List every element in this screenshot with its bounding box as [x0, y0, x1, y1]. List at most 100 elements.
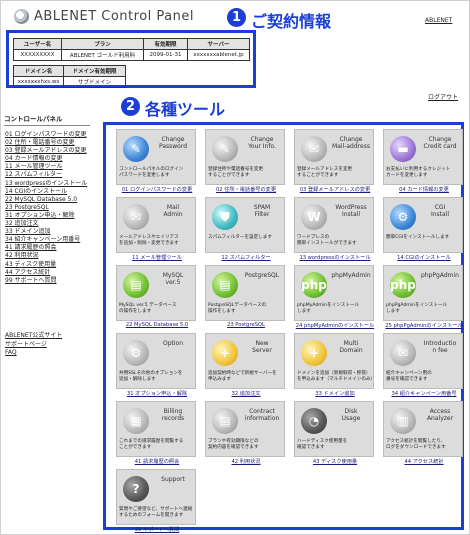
tool-caption-link[interactable]: 12 スパムフィルター — [205, 254, 287, 261]
sidebar-item[interactable]: 23 PostgreSQL — [5, 204, 87, 212]
tool-icon-glyph: ✉ — [130, 210, 142, 224]
logout-link[interactable]: ログアウト — [428, 92, 458, 101]
tool-tile[interactable]: php phpPgAdmin phpPgAdminをインストール します 25 php… — [383, 265, 463, 331]
tool-description: スパムフィルターを設定します — [208, 235, 272, 240]
tool-caption-link[interactable]: 22 MySQL Database 5.0 — [116, 322, 198, 328]
tool-caption-link[interactable]: 99 サポートへ質問 — [116, 526, 198, 533]
tool-tile[interactable]: ✎ Change Your Info. 登録住所や電話番号を変更 することができます… — [205, 129, 285, 195]
info-icon: ✎ — [212, 136, 238, 162]
tool-tile[interactable]: ⚙ Option 共用SSLその他のオプションを 追加・解除します 31 オプション申… — [116, 333, 196, 399]
tool-tile[interactable]: ⚙ CGI Install 簡単CGIをインストールします 14 CGIのインストール — [383, 197, 463, 263]
col-header-domain: ドメイン名 — [13, 65, 64, 77]
tool-tile[interactable]: + New Server 追加契約時などで新規サーバーを 申込みます 32 追加注文 — [205, 333, 285, 399]
sidebar-heading: コントロールパネル — [4, 113, 90, 126]
tool-card[interactable]: W WordPress Install ワードプレスの 簡単インストールができます — [294, 197, 374, 253]
tool-caption-link[interactable]: 25 phpPgAdminのインストール — [383, 322, 465, 329]
tool-card[interactable]: ? Support 質問やご要望など、サポートへ連絡 するためのフォームを開きます — [116, 469, 196, 525]
tool-card[interactable]: ✎ Change Password コントロールパネルのログイン パスワードを変更し… — [116, 129, 196, 185]
tool-caption-link[interactable]: 32 追加注文 — [205, 390, 287, 397]
tool-card[interactable]: ✎ Change Your Info. 登録住所や電話番号を変更 することができます — [205, 129, 285, 185]
tool-icon-glyph: ▤ — [219, 278, 231, 292]
sidebar-item[interactable]: 02 住所・電話番号の変更 — [5, 139, 87, 147]
tool-card[interactable]: ▦ Billing records これまでの請求履歴を閲覧する ことができます — [116, 401, 196, 457]
tool-tile[interactable]: ▦ Billing records これまでの請求履歴を閲覧する ことができます 41… — [116, 401, 196, 467]
tool-card[interactable]: ▤ Contract information プランや有効期限などの 契約内容を確認… — [205, 401, 285, 457]
tool-card[interactable]: ⛊ SPAM Filter スパムフィルターを設定します — [205, 197, 285, 253]
sidebar-item[interactable]: 31 オプション申込・解除 — [5, 212, 87, 220]
sidebar-item[interactable]: 32 追加注文 — [5, 220, 87, 228]
tool-title: Disk Usage — [341, 408, 361, 422]
sidebar-item[interactable]: 13 wordpressのインストール — [5, 180, 87, 188]
tool-card[interactable]: ✉ Mail Admin メールアドレスやエイリアス を追加・削除・変更できます — [116, 197, 196, 253]
tool-caption-link[interactable]: 13 wordpressのインストール — [294, 254, 376, 261]
tool-caption-link[interactable]: 44 アクセス統計 — [383, 458, 465, 465]
tool-caption-link[interactable]: 34 紹介キャンペーン用番号 — [383, 390, 465, 397]
tool-tile[interactable]: ✉ Introductio n fee 紹介キャンペーン用の 番号を確認できます 34… — [383, 333, 463, 399]
tool-card[interactable]: ▬ Change Credit card お支払いに利用するクレジット カードを変更… — [383, 129, 463, 185]
option-icon: ⚙ — [123, 340, 149, 366]
sidebar-item[interactable]: 43 ディスク使用量 — [5, 261, 87, 269]
postgresql-icon: ▤ — [212, 272, 238, 298]
tool-tile[interactable]: + Multi Domain ドメインを追加（新規取得・移管） を申込みます（マルチ… — [294, 333, 376, 399]
tool-caption-link[interactable]: 14 CGIのインストール — [383, 254, 465, 261]
sidebar-item[interactable]: 42 利用状況 — [5, 252, 87, 260]
tool-tile[interactable]: ✉ Change Mail-address 登録メールアドレスを変更 することができ… — [294, 129, 374, 195]
tool-caption-link[interactable]: 11 メール管理ツール — [116, 254, 198, 261]
multi-domain-icon: + — [301, 340, 327, 366]
tool-tile[interactable]: ◔ Disk Usage ハードディスク使用量を 確認できます 43 ディスク使用量 — [294, 401, 374, 467]
tool-tile[interactable]: ▤ Contract information プランや有効期限などの 契約内容を確認… — [205, 401, 285, 467]
tool-card[interactable]: php phpMyAdmin phpMyAdminをインストール します — [294, 265, 374, 321]
sidebar-item[interactable]: 12 スパムフィルター — [5, 171, 87, 179]
tool-tile[interactable]: php phpMyAdmin phpMyAdminをインストール します 24 php… — [294, 265, 374, 331]
tool-caption-link[interactable]: 42 利用状況 — [205, 458, 287, 465]
tool-card[interactable]: ⚙ Option 共用SSLその他のオプションを 追加・解除します — [116, 333, 196, 389]
new-server-icon: + — [212, 340, 238, 366]
tool-tile[interactable]: ✉ Mail Admin メールアドレスやエイリアス を追加・削除・変更できます 11… — [116, 197, 196, 263]
tool-caption-link[interactable]: 01 ログインパスワードの変更 — [116, 186, 198, 193]
tool-tile[interactable]: ▤ MySQL ver.5 MySQL ver.5 データベース の操作をします 22… — [116, 265, 196, 331]
tool-card[interactable]: ▥ Access Analyzer アクセス統計を閲覧したり、 ログをダウンロードで… — [383, 401, 463, 457]
tool-icon-glyph: ▤ — [130, 278, 142, 292]
tool-card[interactable]: ▤ MySQL ver.5 MySQL ver.5 データベース の操作をします — [116, 265, 196, 321]
tool-caption-link[interactable]: 04 カード情報の変更 — [383, 186, 465, 193]
tool-card[interactable]: ✉ Change Mail-address 登録メールアドレスを変更 することができ… — [294, 129, 374, 185]
tool-caption-link[interactable]: 24 phpMyAdminのインストール — [294, 322, 376, 329]
sidebar-item[interactable]: 01 ログインパスワードの変更 — [5, 131, 87, 139]
tool-tile[interactable]: ? Support 質問やご要望など、サポートへ連絡 するためのフォームを開きます 9… — [116, 469, 196, 535]
sidebar-item[interactable]: 33 ドメイン追加 — [5, 228, 87, 236]
sidebar-item[interactable]: 44 アクセス統計 — [5, 269, 87, 277]
tool-caption-link[interactable]: 02 住所・電話番号の変更 — [205, 186, 287, 193]
tool-tile[interactable]: W WordPress Install ワードプレスの 簡単インストールができます 1… — [294, 197, 374, 263]
tool-card[interactable]: ▤ PostgreSQL PostgreSQLデータベースの 操作をします — [205, 265, 285, 321]
sidebar-item[interactable]: 22 MySQL Database 5.0 — [5, 196, 87, 204]
tool-card[interactable]: ✉ Introductio n fee 紹介キャンペーン用の 番号を確認できます — [383, 333, 463, 389]
tool-tile[interactable]: ⛊ SPAM Filter スパムフィルターを設定します 12 スパムフィルター — [205, 197, 285, 263]
tool-card[interactable]: ◔ Disk Usage ハードディスク使用量を 確認できます — [294, 401, 374, 457]
tool-card[interactable]: + New Server 追加契約時などで新規サーバーを 申込みます — [205, 333, 285, 389]
tool-caption-link[interactable]: 03 登録メールアドレスの変更 — [294, 186, 376, 193]
tool-title: phpPgAdmin — [421, 272, 459, 279]
tool-caption-link[interactable]: 43 ディスク使用量 — [294, 458, 376, 465]
tool-icon-glyph: ✉ — [397, 346, 409, 360]
tool-icon-glyph: ▤ — [219, 414, 231, 428]
tool-card[interactable]: + Multi Domain ドメインを追加（新規取得・移管） を申込みます（マルチ… — [294, 333, 375, 389]
sidebar-external-link[interactable]: FAQ — [5, 349, 62, 358]
col-header-username: ユーザー名 — [13, 38, 62, 50]
sidebar-item[interactable]: 99 サポートへ質問 — [5, 277, 87, 285]
tool-tile[interactable]: ✎ Change Password コントロールパネルのログイン パスワードを変更し… — [116, 129, 196, 195]
tool-card[interactable]: php phpPgAdmin phpPgAdminをインストール します — [383, 265, 463, 321]
sidebar-item[interactable]: 14 CGIのインストール — [5, 188, 87, 196]
tool-caption-link[interactable]: 41 請求履歴の照会 — [116, 458, 198, 465]
mail-icon: ✉ — [123, 204, 149, 230]
sidebar-external-link[interactable]: ABLENET公式サイト — [5, 332, 62, 341]
tool-caption-link[interactable]: 31 オプション申込・解除 — [116, 390, 198, 397]
tool-caption-link[interactable]: 33 ドメイン追加 — [294, 390, 376, 397]
tool-caption-link[interactable]: 23 PostgreSQL — [205, 322, 287, 328]
tool-card[interactable]: ⚙ CGI Install 簡単CGIをインストールします — [383, 197, 463, 253]
sidebar-external-link[interactable]: サポートページ — [5, 341, 62, 350]
tool-tile[interactable]: ▤ PostgreSQL PostgreSQLデータベースの 操作をします 23 Po… — [205, 265, 285, 331]
ablenet-link[interactable]: ABLENET — [425, 17, 452, 24]
tool-tile[interactable]: ▥ Access Analyzer アクセス統計を閲覧したり、 ログをダウンロードで… — [383, 401, 463, 467]
tool-tile[interactable]: ▬ Change Credit card お支払いに利用するクレジット カードを変更… — [383, 129, 463, 195]
tool-description: 登録住所や電話番号を変更 することができます — [208, 167, 264, 178]
